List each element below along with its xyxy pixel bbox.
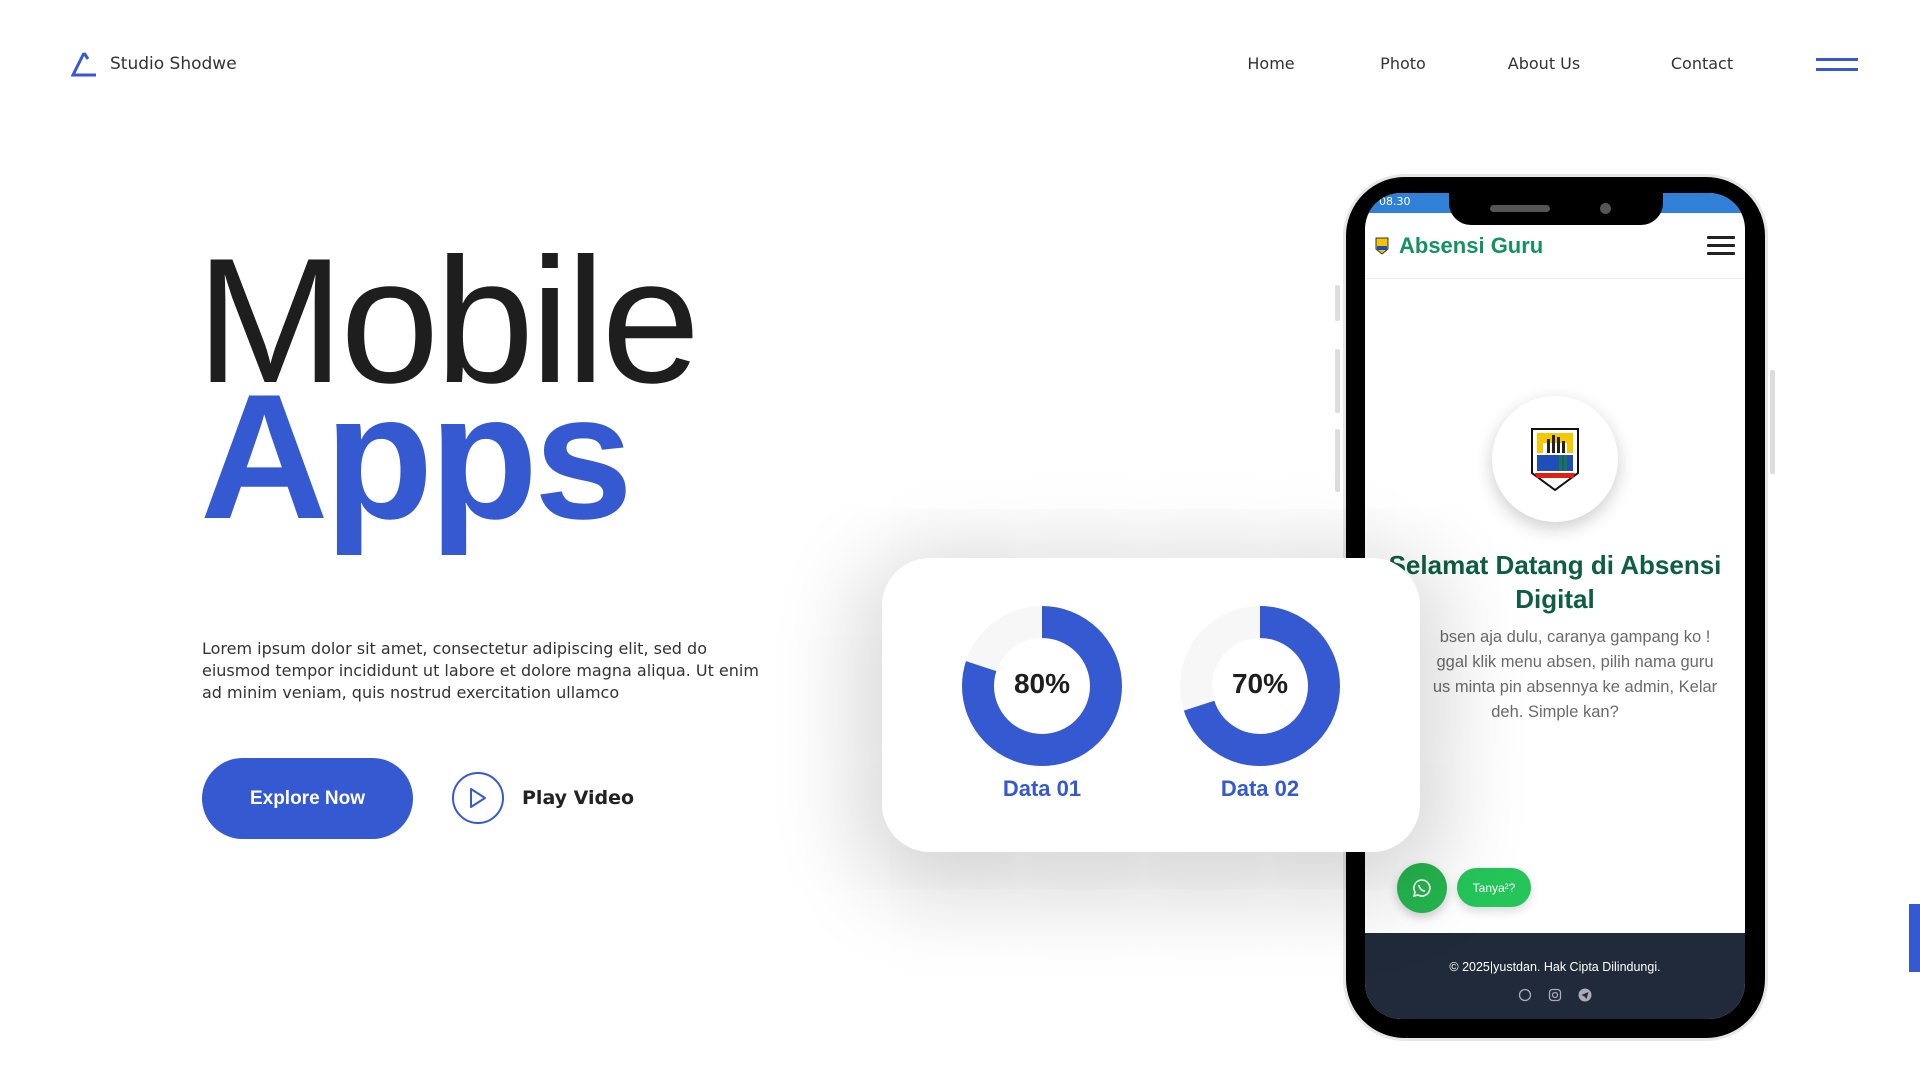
copyright-text: © 2025|yustdan. Hak Cipta Dilindungi. <box>1449 960 1661 974</box>
explore-now-button[interactable]: Explore Now <box>202 758 413 839</box>
welcome-line: deh. Simple kan? <box>1491 703 1619 721</box>
nav-photo[interactable]: Photo <box>1380 54 1426 73</box>
brand-name: Studio Shodwe <box>110 54 237 74</box>
telegram-icon[interactable] <box>1578 988 1592 1002</box>
welcome-line: us minta pin absennya ke admin, Kelar <box>1432 678 1718 696</box>
donut-data-02: 70% Data 02 <box>1160 558 1360 852</box>
play-video-label: Play Video <box>522 787 635 809</box>
app-title: Absensi Guru <box>1399 232 1544 258</box>
stats-card: 80% Data 01 70% Data 02 <box>882 558 1420 852</box>
whatsapp-button[interactable] <box>1397 863 1447 913</box>
welcome-line: ggal klik menu absen, pilih nama guru <box>1436 653 1714 671</box>
phone-side-button <box>1335 349 1340 413</box>
phone-speaker <box>1490 205 1550 212</box>
ask-button[interactable]: Tanya²? <box>1457 868 1531 907</box>
hamburger-icon[interactable] <box>1816 58 1858 74</box>
welcome-line: bsen aja dulu, caranya gampang ko ! <box>1439 628 1711 646</box>
phone-side-button <box>1335 285 1340 321</box>
triangle-logo-icon <box>70 52 96 77</box>
hero-title-line2: Apps <box>200 357 633 556</box>
donut-label: Data 01 <box>1002 776 1082 801</box>
whatsapp-icon <box>1412 879 1431 898</box>
whatsapp-icon[interactable] <box>1518 988 1532 1002</box>
instagram-icon[interactable] <box>1548 988 1562 1002</box>
play-video-button[interactable]: Play Video <box>452 772 634 824</box>
app-emblem <box>1492 396 1618 522</box>
donut-label: Data 02 <box>1220 776 1300 801</box>
donut-value: 80% <box>1013 668 1071 699</box>
phone-camera <box>1600 203 1611 214</box>
phone-side-button <box>1770 370 1775 474</box>
hero-description: Lorem ipsum dolor sit amet, consectetur … <box>202 639 759 702</box>
donut-value: 70% <box>1231 668 1289 699</box>
nav-contact[interactable]: Contact <box>1671 54 1733 73</box>
welcome-text: bsen aja dulu, caranya gampang ko ! ggal… <box>1365 625 1745 725</box>
app-menu-icon[interactable] <box>1707 235 1735 256</box>
play-icon <box>452 772 504 824</box>
welcome-title: Selamat Datang di Absensi Digital <box>1388 550 1722 614</box>
status-time: 08.30 <box>1379 195 1411 208</box>
phone-side-button <box>1335 429 1340 492</box>
donut-data-01: 80% Data 01 <box>942 558 1142 852</box>
nav-home[interactable]: Home <box>1247 54 1294 73</box>
app-footer: © 2025|yustdan. Hak Cipta Dilindungi. <box>1365 933 1745 1019</box>
phone-screen: 08.30 Absensi Guru Selamat Datang di Abs… <box>1365 193 1745 1019</box>
side-tab[interactable] <box>1909 904 1920 972</box>
nav-about-us[interactable]: About Us <box>1508 54 1580 73</box>
phone-notch <box>1449 180 1663 225</box>
emblem-shield-icon <box>1531 428 1579 492</box>
app-emblem-icon <box>1375 237 1389 255</box>
brand-logo[interactable]: Studio Shodwe <box>70 50 237 78</box>
